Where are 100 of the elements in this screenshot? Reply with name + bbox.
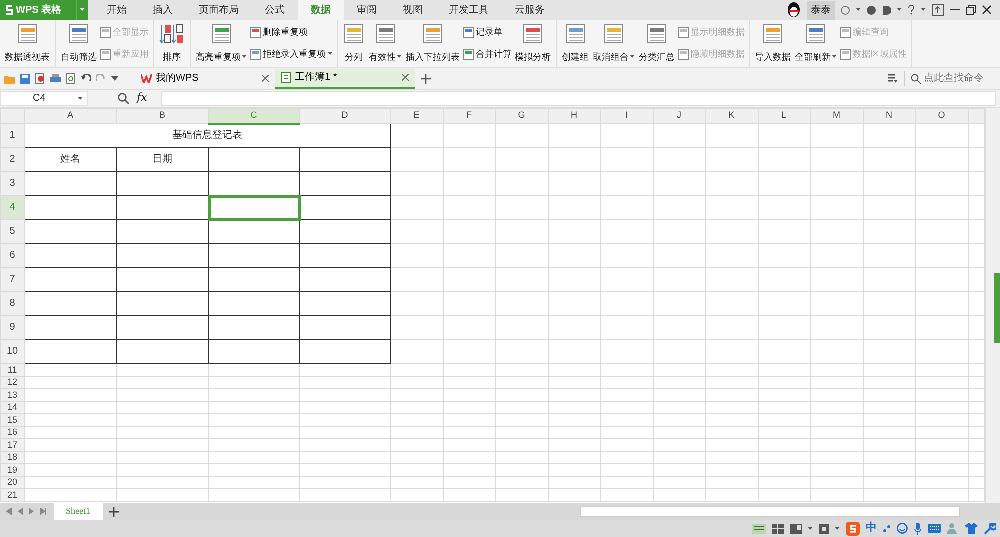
- ribbon-button[interactable]: 全部刷新: [793, 22, 839, 65]
- document-tab[interactable]: 工作簿1 *: [275, 68, 415, 88]
- table-cell[interactable]: [300, 172, 390, 196]
- sogou-icon[interactable]: [846, 522, 860, 536]
- menu-tab[interactable]: 审阅: [344, 0, 390, 20]
- table-cell[interactable]: [24, 244, 116, 268]
- row-header[interactable]: 15: [0, 414, 24, 426]
- print-icon[interactable]: [50, 74, 61, 84]
- table-cell[interactable]: [208, 340, 300, 364]
- column-header[interactable]: D: [300, 108, 390, 124]
- table-cell[interactable]: [24, 196, 116, 220]
- command-search-field[interactable]: 点此查找命令: [904, 71, 1000, 86]
- column-header[interactable]: O: [916, 108, 968, 124]
- keyboard-icon[interactable]: [928, 524, 941, 533]
- row-header[interactable]: 20: [0, 476, 24, 488]
- table-cell[interactable]: [208, 196, 300, 220]
- table-cell[interactable]: [24, 292, 116, 316]
- ribbon-button[interactable]: 记录单: [462, 25, 513, 40]
- table-cell[interactable]: [116, 268, 208, 292]
- close-icon[interactable]: [402, 74, 409, 81]
- function-button[interactable]: fx: [137, 90, 161, 107]
- table-cell[interactable]: 姓名: [24, 148, 116, 172]
- table-cell[interactable]: 基础信息登记表: [24, 124, 390, 148]
- ribbon-button[interactable]: 数据透视表: [3, 22, 52, 65]
- zoom-icon[interactable]: [118, 93, 129, 104]
- table-cell[interactable]: [24, 268, 116, 292]
- row-header[interactable]: 9: [0, 316, 24, 340]
- column-header[interactable]: F: [443, 108, 496, 124]
- table-cell[interactable]: [300, 148, 390, 172]
- table-cell[interactable]: [208, 244, 300, 268]
- ribbon-button[interactable]: 有效性: [367, 22, 404, 65]
- column-header[interactable]: M: [810, 108, 863, 124]
- ribbon-button[interactable]: 删除重复项: [249, 25, 334, 40]
- ribbon-button[interactable]: 拒绝录入重复项: [249, 46, 334, 62]
- table-cell[interactable]: [24, 340, 116, 364]
- row-header[interactable]: 1: [0, 124, 24, 148]
- row-header[interactable]: 14: [0, 401, 24, 414]
- scroll-thumb[interactable]: [994, 273, 1000, 343]
- user-name[interactable]: 泰泰: [807, 0, 835, 20]
- table-cell[interactable]: [116, 244, 208, 268]
- undo-icon[interactable]: [81, 74, 91, 84]
- ribbon-button[interactable]: 取消组合: [591, 22, 637, 65]
- ribbon-button[interactable]: 合并计算: [462, 46, 513, 62]
- table-cell[interactable]: [116, 316, 208, 340]
- row-header[interactable]: 17: [0, 438, 24, 451]
- menu-tab[interactable]: 数据: [298, 0, 344, 20]
- table-cell[interactable]: [116, 220, 208, 244]
- toolbar-options-icon[interactable]: [888, 74, 898, 83]
- table-cell[interactable]: [24, 172, 116, 196]
- menu-tab[interactable]: 开始: [94, 0, 140, 20]
- wrench-icon[interactable]: [984, 522, 996, 534]
- preview-icon[interactable]: [66, 73, 76, 84]
- normal-view-icon[interactable]: [752, 524, 766, 534]
- row-header[interactable]: 13: [0, 388, 24, 401]
- ribbon-button[interactable]: 分类汇总: [637, 22, 677, 65]
- table-cell[interactable]: [300, 292, 390, 316]
- row-header[interactable]: 18: [0, 451, 24, 464]
- shirt-icon[interactable]: [965, 523, 978, 534]
- row-header[interactable]: 19: [0, 464, 24, 476]
- menu-tab[interactable]: 云服务: [502, 0, 558, 20]
- ribbon-button[interactable]: 模拟分析: [513, 22, 553, 65]
- table-cell[interactable]: [300, 340, 390, 364]
- table-cell[interactable]: [208, 316, 300, 340]
- table-cell[interactable]: [300, 220, 390, 244]
- menu-tab[interactable]: 页面布局: [186, 0, 252, 20]
- table-cell[interactable]: [116, 292, 208, 316]
- column-header[interactable]: L: [758, 108, 810, 124]
- ribbon-button[interactable]: 自动筛选: [59, 22, 99, 65]
- column-header[interactable]: N: [863, 108, 916, 124]
- close-icon[interactable]: [262, 75, 269, 82]
- ribbon-button[interactable]: 插入下拉列表: [404, 22, 462, 65]
- row-header[interactable]: 3: [0, 172, 24, 196]
- row-header[interactable]: 12: [0, 376, 24, 388]
- menu-tab[interactable]: 开发工具: [436, 0, 502, 20]
- restore-ribbon-icon[interactable]: [932, 4, 944, 16]
- table-cell[interactable]: [300, 244, 390, 268]
- table-cell[interactable]: [300, 268, 390, 292]
- column-header[interactable]: K: [706, 108, 758, 124]
- maximize-icon[interactable]: [966, 5, 976, 15]
- document-tab[interactable]: 我的WPS: [135, 68, 275, 88]
- ribbon-button[interactable]: 导入数据: [753, 22, 793, 65]
- row-header[interactable]: 21: [0, 488, 24, 501]
- table-cell[interactable]: [208, 148, 300, 172]
- table-cell[interactable]: [300, 316, 390, 340]
- table-cell[interactable]: [300, 196, 390, 220]
- ribbon-button[interactable]: 创建组: [560, 22, 591, 65]
- table-cell[interactable]: [116, 340, 208, 364]
- save-icon[interactable]: [20, 74, 30, 84]
- export-icon[interactable]: [35, 73, 45, 84]
- app-menu-button[interactable]: WPS 表格: [0, 0, 76, 20]
- column-header[interactable]: E: [390, 108, 443, 124]
- page-break-icon[interactable]: [772, 524, 784, 534]
- menu-tab[interactable]: 插入: [140, 0, 186, 20]
- table-cell[interactable]: 日期: [116, 148, 208, 172]
- table-cell[interactable]: [208, 220, 300, 244]
- row-header[interactable]: 10: [0, 340, 24, 364]
- ribbon-button[interactable]: 高亮重复项: [194, 22, 249, 65]
- column-header[interactable]: A: [24, 108, 116, 124]
- menu-tab[interactable]: 视图: [390, 0, 436, 20]
- ime-mode[interactable]: 中: [866, 520, 877, 537]
